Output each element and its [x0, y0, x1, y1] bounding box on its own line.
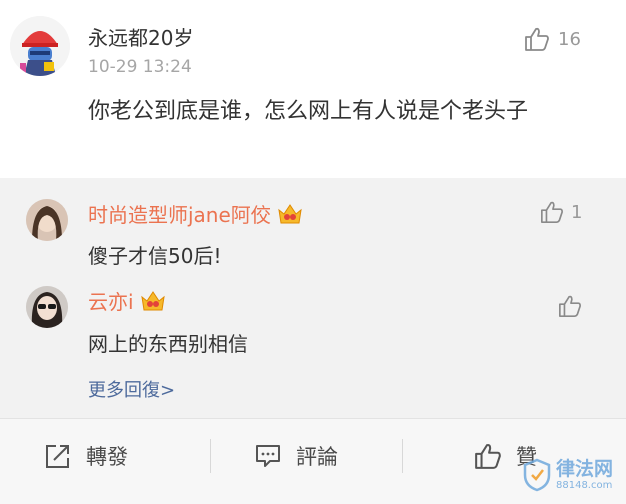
comment-label: 評論	[296, 445, 338, 469]
watermark: 律法网 88148.com	[522, 458, 613, 492]
reply-box: 时尚造型师jane阿佼 傻子才信50后! 1 云亦i 网上的东西别相信 更多回復…	[0, 178, 626, 418]
footer-separator	[210, 439, 211, 473]
share-icon	[46, 445, 69, 468]
main-comment: 永远都20岁 10-29 13:24 16 你老公到底是谁，怎么网上有人说是个老…	[0, 0, 626, 178]
more-replies-link[interactable]: 更多回復>	[88, 376, 175, 402]
shield-logo-icon	[523, 458, 551, 492]
watermark-title: 律法网	[556, 457, 614, 480]
reply-username[interactable]: 时尚造型师jane阿佼	[88, 199, 303, 228]
thumbs-up-icon	[559, 295, 581, 317]
thumbs-up-icon	[541, 201, 563, 223]
reply-avatar[interactable]	[26, 286, 68, 328]
reply-like-button[interactable]: 1	[540, 200, 582, 224]
reply-like-count: 1	[571, 201, 583, 223]
comment-icon	[256, 445, 280, 467]
reply-username-text: 时尚造型师jane阿佼	[88, 203, 271, 227]
like-button[interactable]: 16	[524, 25, 581, 53]
avatar-cartoon-icon	[10, 16, 70, 76]
thumbs-up-icon	[525, 27, 549, 51]
timestamp: 10-29 13:24	[88, 57, 192, 77]
reply-text: 网上的东西别相信	[88, 332, 248, 356]
reply-text: 傻子才信50后!	[88, 244, 222, 268]
comment-button[interactable]: 評論	[254, 439, 338, 473]
reply-like-button[interactable]	[558, 294, 589, 318]
repost-button[interactable]: 轉發	[44, 439, 128, 473]
username[interactable]: 永远都20岁	[88, 22, 193, 51]
like-count: 16	[558, 28, 581, 50]
reply-avatar[interactable]	[26, 199, 68, 241]
footer-separator	[402, 439, 403, 473]
comment-text: 你老公到底是谁，怎么网上有人说是个老头子	[88, 99, 529, 124]
avatar-photo-icon	[26, 199, 68, 241]
reply-username[interactable]: 云亦i	[88, 286, 166, 315]
repost-label: 轉發	[86, 445, 128, 469]
vip-badge-icon	[140, 289, 166, 313]
avatar[interactable]	[10, 16, 70, 76]
watermark-domain: 88148.com	[556, 479, 613, 491]
thumbs-up-icon	[475, 444, 501, 469]
reply-username-text: 云亦i	[88, 290, 134, 314]
vip-badge-icon	[277, 202, 303, 226]
avatar-photo-icon	[26, 286, 68, 328]
